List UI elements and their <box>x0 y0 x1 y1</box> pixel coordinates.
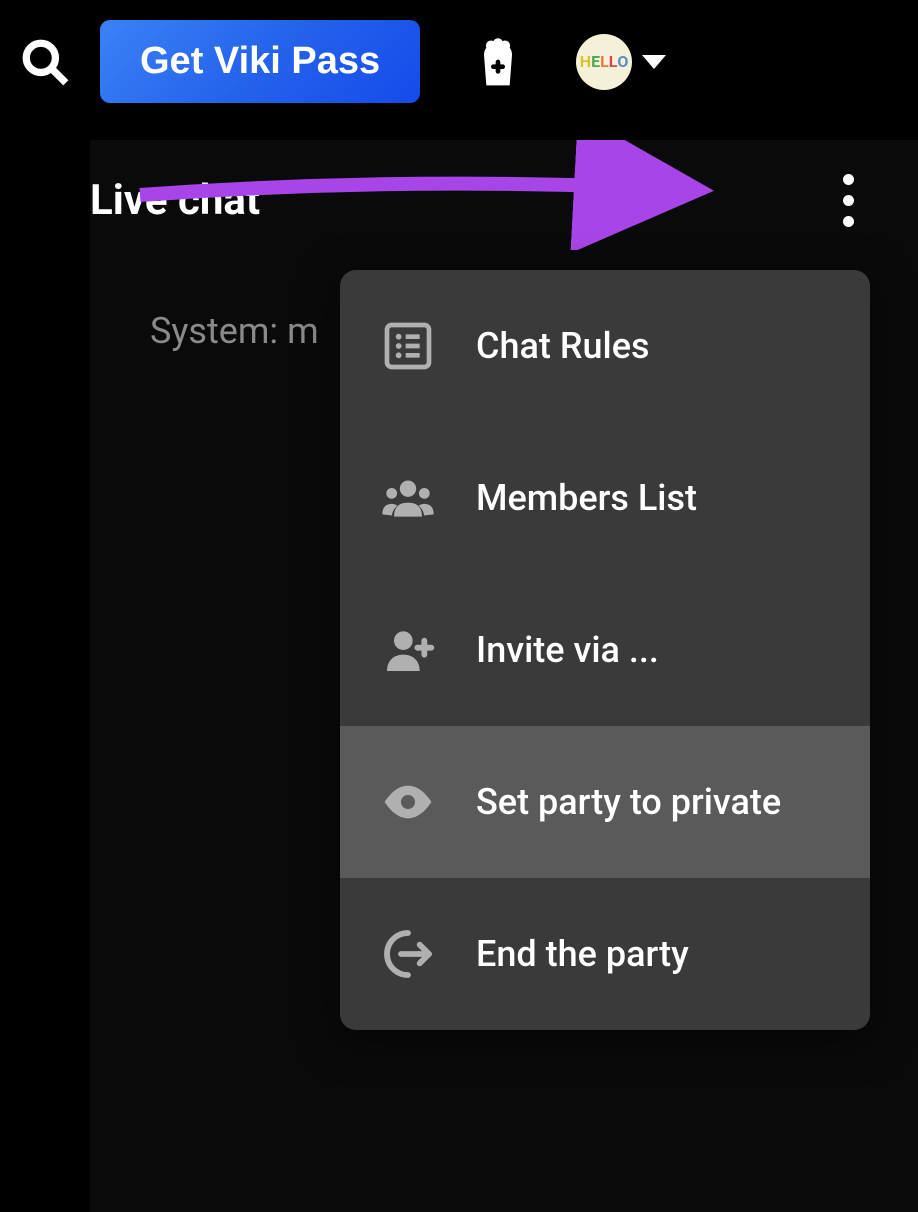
menu-item-set-private[interactable]: Set party to private <box>340 726 870 878</box>
menu-label: Set party to private <box>476 781 781 823</box>
chevron-down-icon <box>642 55 666 69</box>
menu-label: End the party <box>476 933 689 975</box>
get-viki-pass-button[interactable]: Get Viki Pass <box>100 20 420 103</box>
avatar-dropdown[interactable]: HELLO <box>576 34 666 90</box>
members-icon <box>380 470 436 526</box>
chat-title: Live chat <box>90 176 260 225</box>
chat-options-menu: Chat Rules Members List Invite via ... <box>340 270 870 1030</box>
menu-item-chat-rules[interactable]: Chat Rules <box>340 270 870 422</box>
exit-icon <box>380 926 436 982</box>
topbar: Get Viki Pass HELLO <box>0 0 918 123</box>
list-icon <box>380 318 436 374</box>
popcorn-icon[interactable] <box>470 34 526 90</box>
menu-label: Members List <box>476 477 697 519</box>
menu-label: Chat Rules <box>476 325 650 367</box>
menu-item-invite[interactable]: Invite via ... <box>340 574 870 726</box>
search-icon[interactable] <box>20 37 70 87</box>
kebab-menu-button[interactable] <box>828 170 868 230</box>
eye-icon <box>380 774 436 830</box>
menu-label: Invite via ... <box>476 629 659 671</box>
avatar: HELLO <box>576 34 632 90</box>
chat-header: Live chat <box>90 140 918 260</box>
menu-item-members-list[interactable]: Members List <box>340 422 870 574</box>
menu-item-end-party[interactable]: End the party <box>340 878 870 1030</box>
person-add-icon <box>380 622 436 678</box>
